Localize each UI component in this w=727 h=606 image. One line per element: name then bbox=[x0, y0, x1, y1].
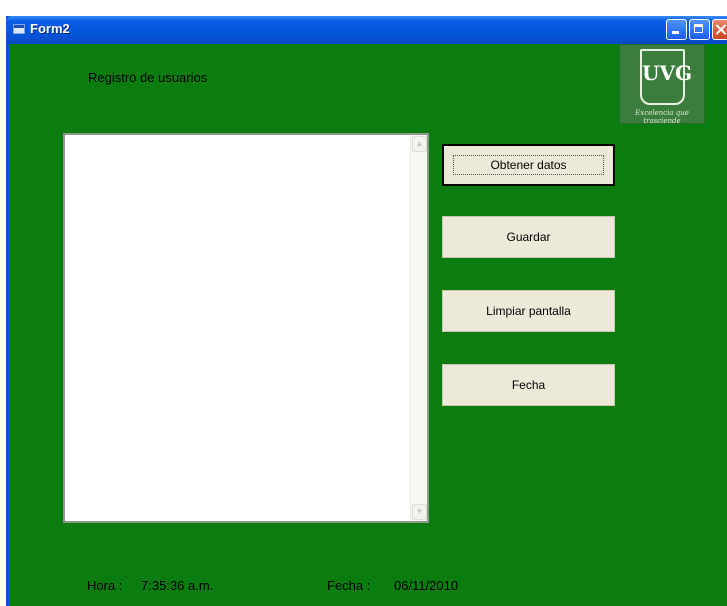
form2-window: Form2 Registro de usuarios UVG Excelenci… bbox=[6, 16, 727, 606]
form-icon[interactable] bbox=[13, 24, 25, 34]
scroll-up-icon[interactable]: ▲ bbox=[412, 136, 427, 152]
date-label-status: Fecha : bbox=[327, 578, 371, 593]
get-data-label: Obtener datos bbox=[453, 155, 604, 175]
scroll-down-icon[interactable]: ▼ bbox=[412, 504, 427, 520]
crest-icon: UVG bbox=[640, 49, 693, 105]
minimize-button[interactable] bbox=[666, 19, 687, 40]
logo-initials: UVG bbox=[642, 61, 693, 85]
close-button[interactable] bbox=[712, 19, 727, 40]
time-label: Hora : bbox=[87, 578, 123, 593]
window-title: Form2 bbox=[30, 21, 70, 36]
save-label: Guardar bbox=[506, 230, 551, 244]
clear-screen-label: Limpiar pantalla bbox=[486, 304, 571, 318]
date-value: 06/11/2010 bbox=[394, 578, 459, 593]
clear-screen-button[interactable]: Limpiar pantalla bbox=[442, 290, 615, 332]
save-button[interactable]: Guardar bbox=[442, 216, 615, 258]
title-bar[interactable]: Form2 bbox=[6, 16, 727, 44]
records-textbox[interactable]: ▲ ▼ bbox=[63, 133, 429, 523]
date-label: Fecha bbox=[511, 378, 546, 392]
logo-motto: Excelencia que trasciende bbox=[635, 109, 689, 125]
form-heading: Registro de usuarios bbox=[88, 70, 208, 85]
vertical-scrollbar[interactable]: ▲ ▼ bbox=[410, 135, 427, 521]
maximize-button[interactable] bbox=[689, 19, 710, 40]
uvg-logo: UVG Excelencia que trasciende bbox=[619, 44, 705, 125]
get-data-button[interactable]: Obtener datos bbox=[442, 144, 615, 186]
date-button[interactable]: Fecha bbox=[442, 364, 615, 406]
time-value: 7:35:36 a.m. bbox=[141, 578, 214, 593]
